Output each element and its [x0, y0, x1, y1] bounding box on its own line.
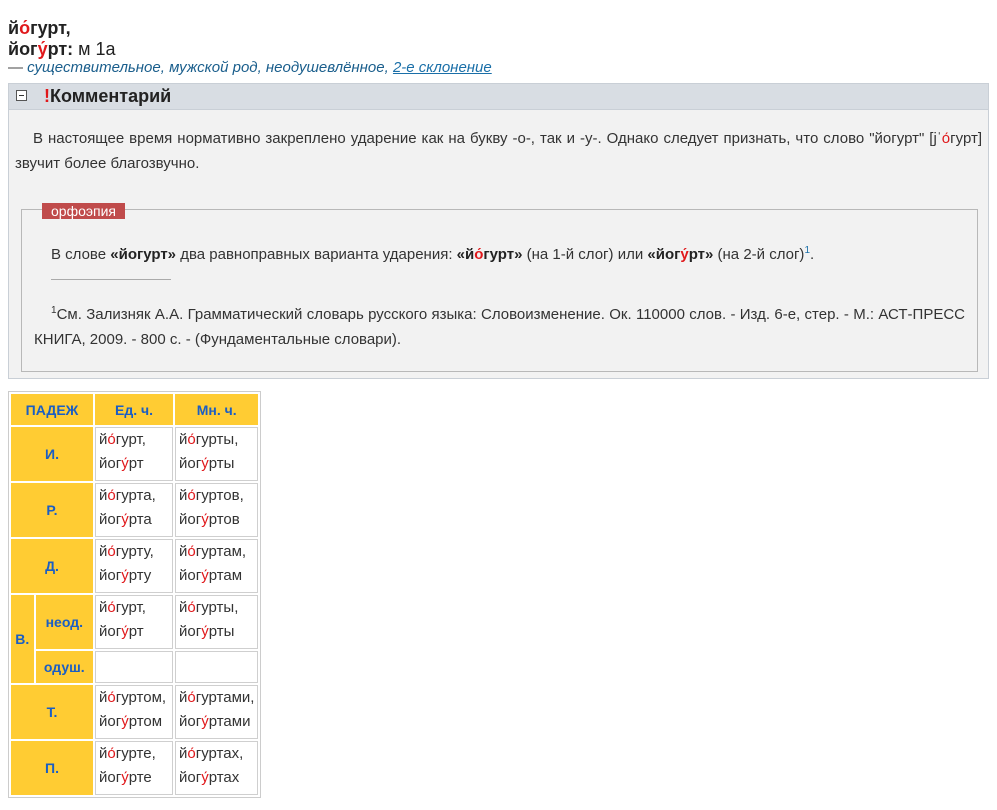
table-row-instrumental: Т. йо́гуртом, йогу́ртом йо́гуртами, йогу́р… [11, 685, 259, 739]
part-of-speech-line: — существительное, мужской род, неодушев… [8, 59, 492, 77]
case-accusative-inanimate: неод. [35, 595, 93, 649]
grammar-code: м 1а [73, 39, 116, 59]
cell-ins-sg: йо́гуртом, йогу́ртом [95, 685, 173, 739]
headword-line-2: йогу́рт: м 1а [8, 38, 116, 60]
comment-title: !Комментарий [44, 86, 171, 107]
cell-nom-sg: йо́гурт, йогу́рт [95, 427, 173, 481]
ortho-word: «йогурт» [110, 246, 177, 263]
ortho-mid: два равноправных варианта ударения: [176, 246, 457, 263]
declension-link[interactable]: 2-е склонение [393, 59, 492, 76]
cell-ins-pl: йо́гуртами, йогу́ртами [175, 685, 259, 739]
table-row-prepositional: П. йо́гурте, йогу́рте йо́гуртах, йогу́ртах [11, 741, 259, 795]
cell-dat-sg: йо́гурту, йогу́рту [95, 539, 173, 593]
comment-text: В настоящее время нормативно закреплено … [15, 126, 982, 176]
footnote-text: 1См. Зализняк А.А. Грамматический словар… [34, 298, 965, 352]
cell-prep-pl: йо́гуртах, йогу́ртах [175, 741, 259, 795]
case-nominative: И. [11, 427, 93, 481]
orthoepy-text: В слове «йогурт» два равноправных вариан… [51, 241, 814, 265]
headword-line-1: йо́гурт, [8, 17, 71, 39]
v2-accent: у́ [680, 246, 689, 263]
ortho-pre: В слове [51, 246, 111, 263]
cell-acc-pl: йо́гурты, йогу́рты [175, 595, 259, 649]
cell-gen-pl: йо́гуртов, йогу́ртов [175, 483, 259, 537]
v2-pre: «йог [647, 246, 681, 263]
ortho-dot: . [810, 246, 815, 263]
case-genitive: Р. [11, 483, 93, 537]
case-accusative: В. [11, 595, 34, 683]
hw2-accent: у́ [37, 39, 48, 59]
cell-nom-pl: йо́гурты, йогу́рты [175, 427, 259, 481]
table-header-row: ПАДЕЖ Ед. ч. Мн. ч. [11, 394, 259, 425]
table-row-genitive: Р. йо́гурта, йогу́рта йо́гуртов, йогу́ртов [11, 483, 259, 537]
table-row-dative: Д. йо́гурту, йогу́рту йо́гуртам, йогу́ртам [11, 539, 259, 593]
ortho-end: (на 2-й слог) [713, 246, 805, 263]
hw1-accent: о́ [19, 18, 31, 38]
case-dative: Д. [11, 539, 93, 593]
cell-acc-anim-pl [175, 651, 259, 683]
case-prepositional: П. [11, 741, 93, 795]
comment-text-a: В настоящее время нормативно закреплено … [33, 130, 942, 147]
orthoepy-tag: орфоэпия [42, 203, 126, 219]
hw2-post: рт: [47, 39, 74, 59]
table-row-nominative: И. йо́гурт, йогу́рт йо́гурты, йогу́рты [11, 427, 259, 481]
ortho-variant-1: «йо́гурт» [457, 246, 523, 263]
case-accusative-animate: одуш. [35, 651, 93, 683]
comment-header: !Комментарий [9, 84, 988, 110]
cell-dat-pl: йо́гуртам, йогу́ртам [175, 539, 259, 593]
cell-acc-anim-sg [95, 651, 173, 683]
cell-prep-sg: йо́гурте, йогу́рте [95, 741, 173, 795]
cell-acc-sg: йо́гурт, йогу́рт [95, 595, 173, 649]
header-case: ПАДЕЖ [11, 394, 93, 425]
v1-post: гурт» [483, 246, 523, 263]
cell-gen-sg: йо́гурта, йогу́рта [95, 483, 173, 537]
footnote-body: См. Зализняк А.А. Грамматический словарь… [34, 306, 965, 348]
header-plural: Мн. ч. [175, 394, 259, 425]
footnote-divider [51, 279, 171, 280]
declension-table: ПАДЕЖ Ед. ч. Мн. ч. И. йо́гурт, йогу́рт й… [8, 391, 262, 798]
table-row-accusative-animate: одуш. [11, 651, 259, 683]
v1-pre: «й [456, 246, 475, 263]
hw1-pre: й [8, 18, 20, 38]
ortho-mid2: (на 1-й слог) или [522, 246, 648, 263]
collapse-toggle-icon[interactable] [16, 90, 27, 101]
ortho-variant-2: «йогу́рт» [647, 246, 713, 263]
table-row-accusative-inanimate: В. неод. йо́гурт, йогу́рт йо́гурты, йогу́р… [11, 595, 259, 683]
header-singular: Ед. ч. [95, 394, 173, 425]
v2-post: рт» [688, 246, 714, 263]
case-instrumental: Т. [11, 685, 93, 739]
comment-section: !Комментарий В настоящее время нормативн… [8, 83, 989, 379]
orthoepy-block: орфоэпия В слове «йогурт» два равноправн… [21, 203, 978, 372]
comment-text-accent: о́ [941, 130, 951, 147]
hw1-post: гурт, [30, 18, 71, 38]
hw2-pre: йог [8, 39, 38, 59]
pos-description: существительное, мужской род, неодушевлё… [27, 59, 389, 76]
comment-title-text: Комментарий [50, 86, 172, 106]
desc-dash: — [8, 59, 28, 76]
